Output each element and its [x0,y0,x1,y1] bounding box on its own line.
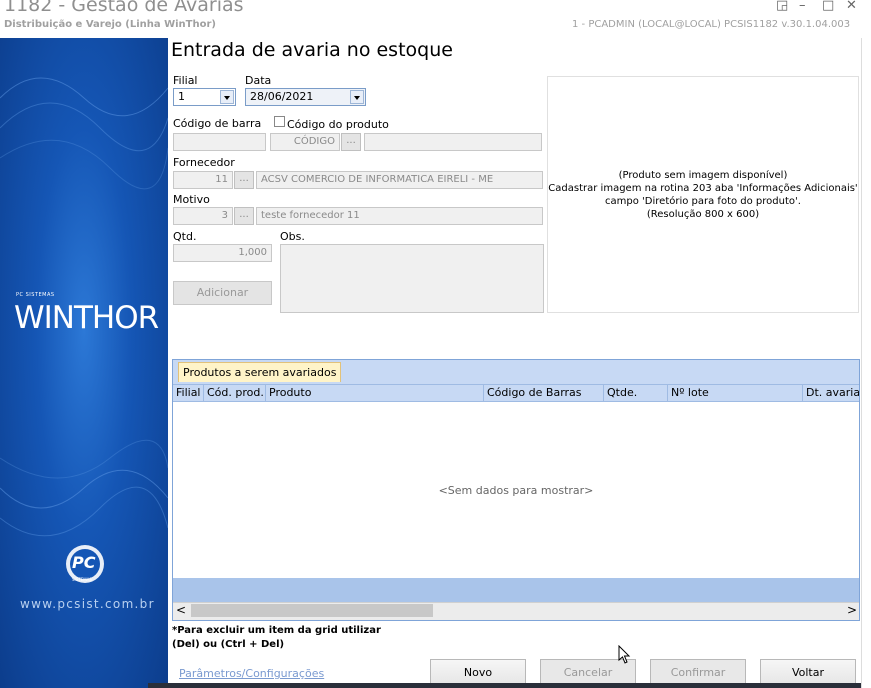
pc-logo-text: PC [72,553,96,572]
image-panel-line4: (Resolução 800 x 600) [646,208,760,220]
column-header-dt-avaria[interactable]: Dt. avaria [802,385,859,402]
qtd-input[interactable]: 1,000 [173,244,272,262]
data-value: 28/06/2021 [250,90,314,103]
taskbar-edge [148,683,861,688]
chevron-down-icon[interactable] [220,90,234,104]
data-label: Data [245,74,272,87]
column-header-qtde[interactable]: Qtde. [603,385,667,402]
chevron-down-icon[interactable] [350,90,364,104]
fornecedor-code-input[interactable]: 11 [173,171,233,189]
motivo-search-button[interactable]: ... [234,207,254,225]
fornecedor-label: Fornecedor [173,156,235,169]
grid-header: Filial Cód. prod. Produto Código de Barr… [173,384,859,402]
delete-hint-note: *Para excluir um item da grid utilizar (… [172,624,381,652]
motivo-label: Motivo [173,193,210,206]
column-header-filial[interactable]: Filial [173,385,203,402]
product-image-panel: (Produto sem imagem disponível) Cadastra… [547,76,859,313]
image-panel-line3: campo 'Diretório para foto do produto'. [605,195,801,207]
brand-small-text: PC SISTEMAS [16,292,55,298]
obs-textarea[interactable] [280,244,544,313]
grid-footer-row [173,578,859,602]
filial-select[interactable]: 1 [173,88,236,106]
voltar-button[interactable]: Voltar [760,659,856,686]
tab-produtos-avariados[interactable]: Produtos a serem avariados [178,362,342,382]
image-panel-line2: Cadastrar imagem na rotina 203 aba 'Info… [548,182,858,194]
restore-icon[interactable]: ◲ [776,0,788,13]
brand-sidebar: PC SISTEMAS WINTHOR PC SISTEMAS www.pcsi… [0,38,168,688]
filial-label: Filial [173,74,198,87]
scroll-left-icon[interactable]: < [176,603,186,617]
confirmar-button[interactable]: Confirmar [650,659,746,686]
scroll-right-icon[interactable]: > [847,603,857,617]
codigo-barra-label: Código de barra [173,117,262,130]
codigo-produto-label: Código do produto [287,118,389,131]
maximize-icon[interactable]: □ [822,0,834,13]
novo-button[interactable]: Novo [430,659,526,686]
winthor-logo: WINTHOR [14,300,159,336]
adicionar-button[interactable]: Adicionar [173,281,272,305]
user-info: 1 - PCADMIN (LOCAL@LOCAL) PCSIS1182 v.30… [572,19,851,30]
parametros-configuracoes-link[interactable]: Parâmetros/Configurações [179,667,324,680]
fornecedor-search-button[interactable]: ... [234,171,254,189]
image-panel-line1: (Produto sem imagem disponível) [618,169,788,181]
column-header-codigo-barras[interactable]: Código de Barras [483,385,603,402]
fornecedor-name-field: ACSV COMERCIO DE INFORMATICA EIRELI - ME [256,171,543,189]
produto-descricao-field [364,133,542,151]
codigo-produto-input[interactable]: CÓDIGO [270,133,340,151]
app-subtitle: Distribuição e Varejo (Linha WinThor) [4,19,216,30]
column-header-n-lote[interactable]: Nº lote [667,385,802,402]
data-date-picker[interactable]: 28/06/2021 [245,88,366,106]
qtd-label: Qtd. [173,230,197,243]
filial-value: 1 [178,90,185,103]
codigo-produto-checkbox[interactable] [274,116,285,127]
mouse-cursor-icon [618,645,631,664]
form-title: Entrada de avaria no estoque [171,39,453,61]
title-bar: 1182 - Gestão de Avarias Distribuição e … [0,0,871,38]
app-title: 1182 - Gestão de Avarias [4,0,244,16]
website-url: www.pcsist.com.br [20,597,155,611]
scrollbar-thumb[interactable] [191,604,433,617]
wave-decoration-icon [0,77,168,190]
column-header-produto[interactable]: Produto [265,385,483,402]
column-header-cod-prod[interactable]: Cód. prod. [203,385,265,402]
pc-logo-subtext: SISTEMAS [72,577,92,582]
close-icon[interactable]: ✕ [846,0,857,13]
background-window-strip [861,38,871,688]
motivo-code-input[interactable]: 3 [173,207,233,225]
delete-hint-line1: *Para excluir um item da grid utilizar [172,625,381,636]
grid-empty-message: <Sem dados para mostrar> [438,484,594,497]
minimize-icon[interactable]: – [799,0,806,13]
obs-label: Obs. [280,230,305,243]
pc-sistemas-logo: PC SISTEMAS [64,543,106,589]
motivo-name-field: teste fornecedor 11 [256,207,543,225]
codigo-produto-search-button[interactable]: ... [341,133,361,151]
delete-hint-line2: (Del) ou (Ctrl + Del) [172,639,285,650]
codigo-barra-input[interactable] [173,133,266,151]
